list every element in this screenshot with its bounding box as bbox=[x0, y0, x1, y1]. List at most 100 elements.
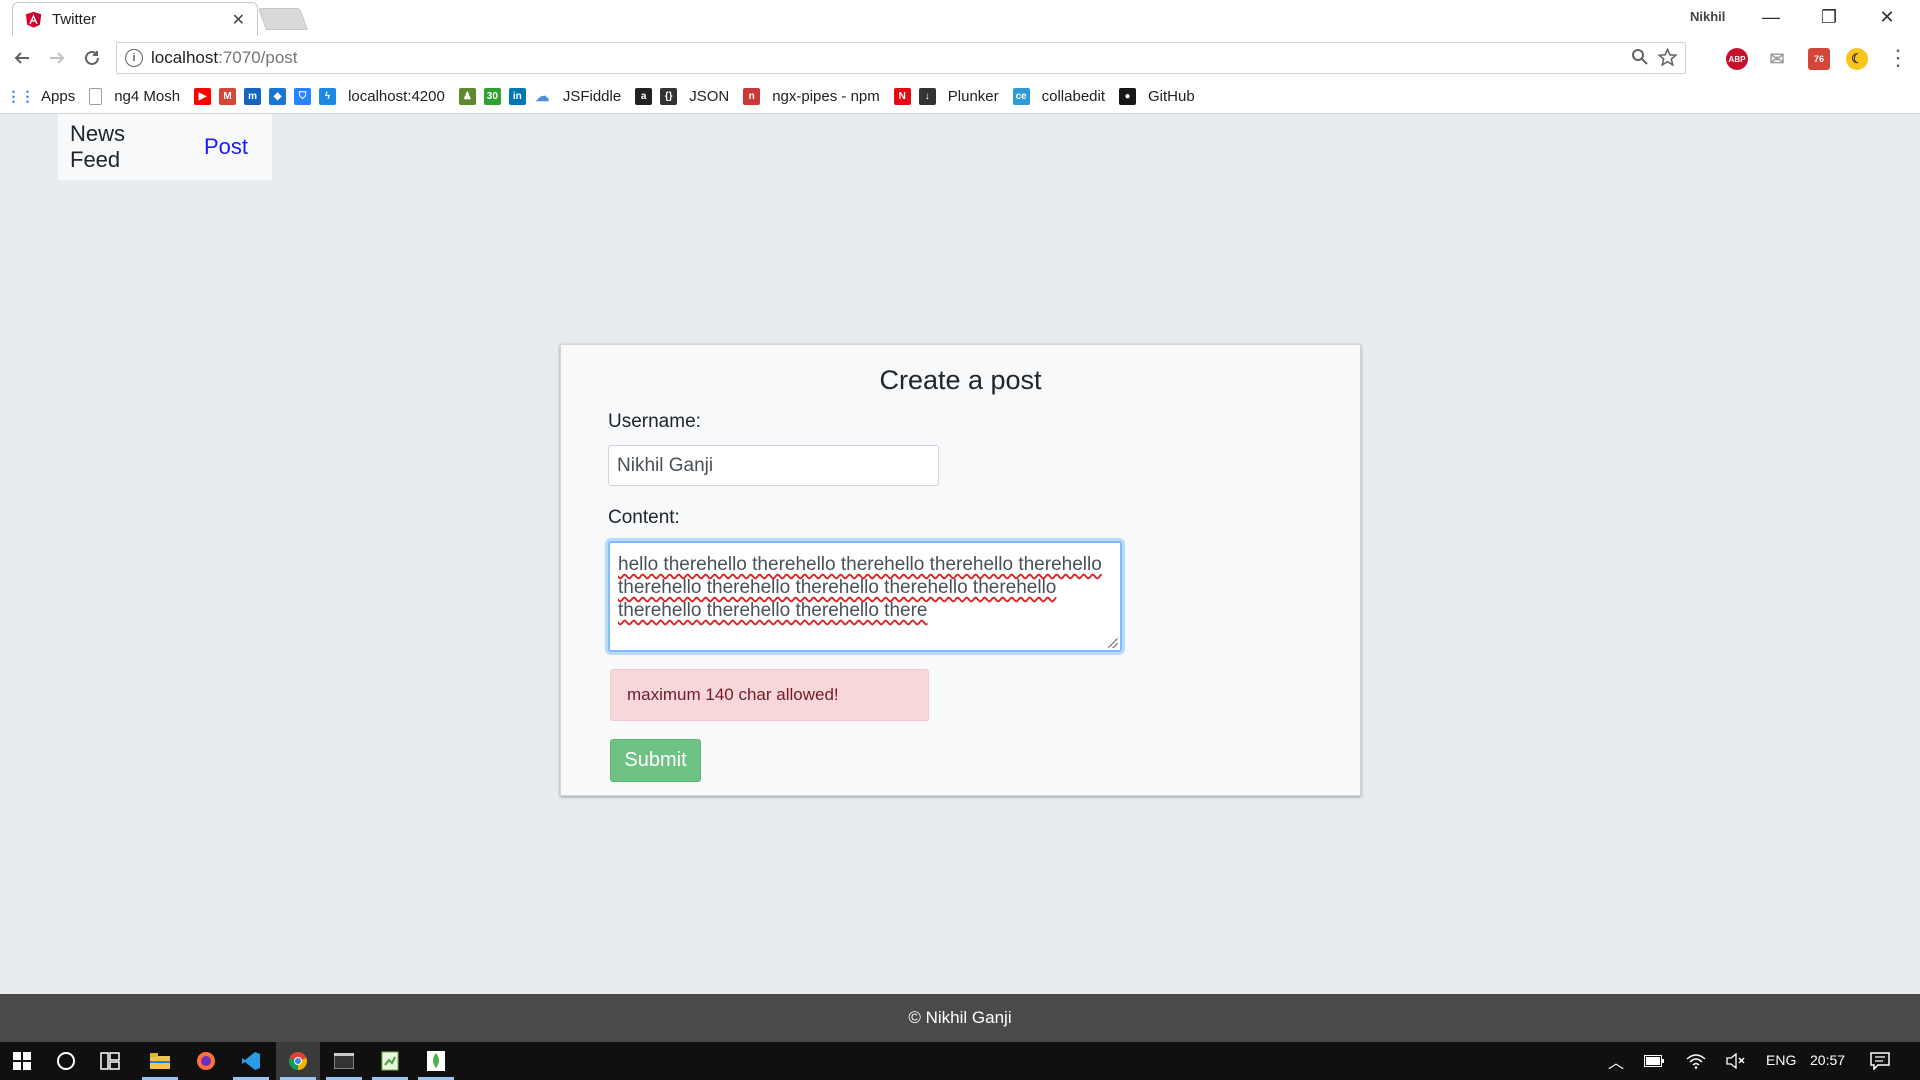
bookmark-label: GitHub bbox=[1148, 88, 1195, 105]
card-title: Create a post bbox=[879, 365, 1042, 395]
bolt-icon: ϟ bbox=[319, 88, 337, 105]
angular-icon bbox=[25, 11, 42, 28]
content-textarea[interactable]: hello therehello therehello therehello t… bbox=[608, 541, 1122, 652]
youtube-icon: ▶ bbox=[194, 88, 212, 105]
30-icon: 30 bbox=[483, 88, 501, 105]
page-footer: © Nikhil Ganji bbox=[0, 994, 1920, 1042]
vscode-icon[interactable] bbox=[229, 1042, 273, 1080]
bookmark-star-icon[interactable] bbox=[1657, 47, 1678, 72]
forward-arrow-icon bbox=[50, 52, 65, 64]
browser-tab[interactable]: Twitter ✕ bbox=[12, 2, 258, 36]
amazon-icon: a bbox=[635, 88, 653, 105]
bookmark-item[interactable]: ⛉ bbox=[294, 84, 312, 110]
tab-title: Twitter bbox=[52, 11, 97, 28]
bookmark-item[interactable]: ↓ Plunker bbox=[918, 84, 999, 110]
nav-news-feed-link[interactable]: News Feed bbox=[70, 121, 180, 173]
profile-name[interactable]: Nikhil bbox=[1690, 9, 1725, 24]
minimize-button[interactable]: — bbox=[1742, 0, 1800, 34]
page-icon bbox=[89, 88, 103, 105]
reload-icon bbox=[85, 50, 99, 65]
language-indicator[interactable]: ENG bbox=[1766, 1052, 1796, 1068]
github-icon: ● bbox=[1119, 88, 1137, 105]
bitbucket-icon: ⛉ bbox=[294, 88, 312, 105]
task-view-icon[interactable] bbox=[88, 1042, 132, 1080]
ce-icon: ce bbox=[1012, 88, 1030, 105]
bookmark-item[interactable]: n ngx-pipes - npm bbox=[743, 84, 880, 110]
terminal-icon[interactable] bbox=[322, 1042, 366, 1080]
browser-titlebar: Twitter ✕ Nikhil — ❐ ✕ bbox=[0, 0, 1920, 36]
bookmarks-bar: ⋮⋮ Apps ng4 Mosh ▶ Mm ◆ ⛉ ϟ localhost:4200 ♟ 30 in ☁… bbox=[0, 80, 1920, 114]
notepad-icon[interactable] bbox=[368, 1042, 412, 1080]
bookmark-item[interactable]: ▶ bbox=[194, 84, 212, 110]
moon-icon[interactable]: ☾ bbox=[1846, 48, 1868, 70]
url-path: :7070/post bbox=[218, 48, 298, 67]
resize-grip-icon[interactable] bbox=[1108, 638, 1118, 648]
gmail-icon: M bbox=[219, 88, 237, 105]
bookmark-item[interactable]: a bbox=[635, 84, 653, 110]
apps-grid-icon: ⋮⋮ bbox=[6, 88, 35, 104]
chess-icon: ♟ bbox=[458, 88, 476, 105]
bookmark-item[interactable]: M bbox=[219, 84, 237, 110]
back-button[interactable] bbox=[8, 44, 36, 72]
restore-button[interactable]: ❐ bbox=[1800, 0, 1858, 34]
braces-icon: {} bbox=[660, 88, 678, 105]
bookmark-label: localhost:4200 bbox=[348, 88, 445, 105]
bookmark-label: ng4 Mosh bbox=[114, 88, 181, 105]
system-clock[interactable]: 20:57 bbox=[1810, 1052, 1845, 1068]
chrome-taskbar-icon[interactable] bbox=[276, 1042, 320, 1080]
cortana-search-icon[interactable] bbox=[44, 1042, 88, 1080]
windows-start-icon[interactable] bbox=[0, 1042, 44, 1080]
bookmark-label: JSON bbox=[689, 88, 730, 105]
close-window-button[interactable]: ✕ bbox=[1858, 0, 1916, 34]
download-icon: ↓ bbox=[918, 88, 936, 105]
forward-button[interactable] bbox=[43, 44, 71, 72]
bookmark-item[interactable]: 30 bbox=[483, 84, 501, 110]
mail-icon[interactable]: ✉ bbox=[1766, 48, 1788, 70]
gmail-checker-icon[interactable]: 76 bbox=[1808, 48, 1830, 70]
bookmark-item[interactable]: {} JSON bbox=[660, 84, 729, 110]
bookmark-item[interactable]: N bbox=[893, 84, 911, 110]
chrome-menu-icon[interactable]: ⋮ bbox=[1884, 44, 1912, 72]
bookmark-item[interactable]: in bbox=[508, 84, 526, 110]
username-input[interactable] bbox=[608, 445, 939, 486]
error-alert: maximum 140 char allowed! bbox=[610, 669, 929, 721]
diamond-icon: ◆ bbox=[269, 88, 287, 105]
tab-close-icon[interactable]: ✕ bbox=[232, 10, 245, 30]
back-arrow-icon bbox=[14, 52, 29, 64]
file-explorer-icon[interactable] bbox=[138, 1042, 182, 1080]
bookmark-label: JSFiddle bbox=[562, 88, 622, 105]
volume-muted-icon[interactable] bbox=[1714, 1042, 1758, 1080]
m-icon: m bbox=[244, 88, 262, 105]
url-host: localhost bbox=[151, 48, 219, 67]
linkedin-icon: in bbox=[508, 88, 526, 105]
bookmark-item[interactable]: ♟ bbox=[458, 84, 476, 110]
windows-taskbar: ︿ ENG 20:57 bbox=[0, 1042, 1920, 1080]
adblock-icon[interactable]: ABP bbox=[1726, 48, 1748, 70]
bookmark-item[interactable]: ⋮⋮ Apps bbox=[6, 84, 76, 110]
app-navbar: News Feed Post bbox=[58, 114, 272, 180]
firefox-icon[interactable] bbox=[184, 1042, 228, 1080]
bookmark-item[interactable]: ϟ localhost:4200 bbox=[319, 84, 445, 110]
zoom-icon[interactable] bbox=[1631, 48, 1649, 71]
bookmark-item[interactable]: ● GitHub bbox=[1119, 84, 1195, 110]
bookmark-item[interactable]: ☁ JSFiddle bbox=[534, 84, 621, 110]
content-text: hello therehello therehello therehello t… bbox=[618, 554, 1102, 621]
address-bar[interactable]: i localhost:7070/post bbox=[116, 42, 1686, 74]
action-center-icon[interactable] bbox=[1858, 1042, 1902, 1080]
browser-toolbar: i localhost:7070/post ABP ✉ 76 ☾ ⋮ bbox=[0, 36, 1920, 80]
battery-icon[interactable] bbox=[1632, 1042, 1676, 1080]
site-info-icon[interactable]: i bbox=[125, 49, 143, 67]
bookmark-item[interactable]: m bbox=[244, 84, 262, 110]
bookmark-item[interactable]: ◆ bbox=[269, 84, 287, 110]
wifi-icon[interactable] bbox=[1674, 1042, 1718, 1080]
submit-button[interactable]: Submit bbox=[610, 739, 701, 782]
bookmark-item[interactable]: ng4 Mosh bbox=[89, 84, 180, 110]
content-label: Content: bbox=[608, 507, 680, 528]
nav-post-link[interactable]: Post bbox=[204, 134, 248, 160]
bookmark-item[interactable]: ce collabedit bbox=[1012, 84, 1105, 110]
mongodb-icon[interactable] bbox=[414, 1042, 458, 1080]
username-label: Username: bbox=[608, 411, 701, 432]
new-tab-button[interactable] bbox=[257, 8, 309, 30]
reload-button[interactable] bbox=[78, 44, 106, 72]
cloud-icon: ☁ bbox=[535, 88, 550, 104]
